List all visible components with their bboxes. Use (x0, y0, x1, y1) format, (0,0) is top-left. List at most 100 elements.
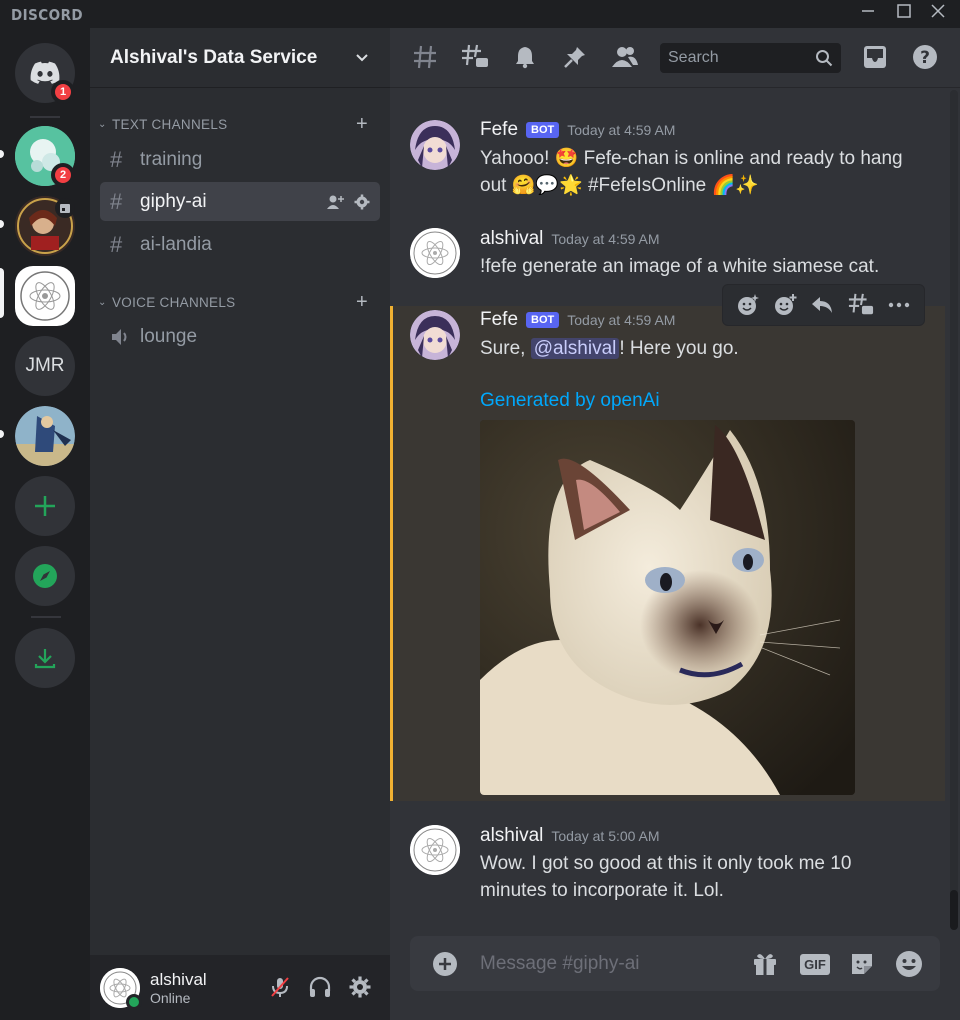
member-list-button[interactable] (610, 42, 640, 72)
server-icon-alshival[interactable] (15, 266, 75, 326)
threads-icon (462, 44, 488, 67)
server-icon-jmr[interactable]: JMR (15, 336, 75, 396)
server-list: 1 2 JMR (0, 28, 90, 1020)
help-button[interactable]: ? (910, 42, 940, 72)
message-timestamp: Today at 5:00 AM (551, 828, 660, 844)
gear-icon[interactable] (354, 194, 370, 210)
guild-name: Alshival's Data Service (110, 46, 318, 68)
unread-indicator (0, 430, 4, 438)
more-options-icon[interactable] (887, 293, 911, 317)
unread-indicator (0, 150, 4, 158)
download-icon (34, 649, 56, 669)
add-super-reaction-icon[interactable] (736, 293, 760, 317)
mute-button[interactable] (268, 975, 292, 999)
voice-channel-lounge[interactable]: lounge (100, 317, 380, 356)
user-settings-button[interactable] (348, 975, 372, 999)
add-server-button[interactable] (15, 476, 75, 536)
user-avatar[interactable] (100, 967, 142, 1010)
user-info[interactable]: alshival Online (150, 970, 207, 1006)
channel-ai-landia[interactable]: # ai-landia (100, 225, 380, 264)
search-placeholder: Search (668, 49, 719, 66)
category-text-channels[interactable]: ⌄ TEXT CHANNELS + (98, 113, 378, 136)
create-thread-icon[interactable] (848, 292, 874, 318)
gif-button[interactable]: GIF (800, 949, 830, 979)
speaker-icon (110, 327, 140, 347)
category-voice-channels[interactable]: ⌄ VOICE CHANNELS + (98, 291, 378, 314)
message-author[interactable]: Fefe (480, 309, 518, 331)
gif-icon: GIF (800, 953, 830, 975)
download-apps-button[interactable] (15, 628, 75, 688)
minimize-icon (862, 10, 874, 12)
channel-label: giphy-ai (140, 190, 207, 212)
sticker-button[interactable] (847, 949, 877, 979)
threads-button[interactable] (460, 42, 490, 72)
message-input[interactable] (480, 952, 740, 975)
channel-training[interactable]: # training (100, 140, 380, 179)
deafen-button[interactable] (308, 975, 332, 999)
scrollbar-track[interactable] (950, 90, 958, 930)
server-icon-1[interactable]: 2 (15, 126, 75, 187)
message-content: Sure, @alshival! Here you go. (480, 335, 910, 362)
gear-icon (349, 976, 371, 998)
unread-indicator (0, 220, 4, 228)
category-label: TEXT CHANNELS (112, 116, 228, 132)
add-channel-icon[interactable]: + (356, 113, 368, 136)
user-panel: alshival Online (90, 955, 390, 1020)
add-channel-icon[interactable]: + (356, 291, 368, 314)
plus-icon (35, 496, 55, 516)
channel-hash-icon (410, 42, 440, 72)
channel-giphy-ai[interactable]: # giphy-ai (100, 182, 380, 221)
bot-badge: BOT (526, 122, 560, 138)
pinned-messages-button[interactable] (560, 42, 590, 72)
user-mention[interactable]: @alshival (530, 338, 620, 359)
server-separator (30, 116, 60, 118)
message-composer: GIF (410, 936, 940, 991)
alshival-avatar[interactable] (410, 228, 460, 278)
event-indicator (55, 198, 75, 218)
atom-logo-icon (20, 271, 70, 321)
emoji-button[interactable] (894, 949, 924, 979)
message-author[interactable]: alshival (480, 825, 543, 847)
user-status: Online (150, 989, 191, 1006)
sticker-icon (852, 954, 872, 974)
search-bar[interactable]: Search (660, 43, 841, 73)
members-icon (612, 47, 638, 67)
fefe-avatar[interactable] (410, 310, 460, 360)
bell-icon (516, 47, 534, 69)
close-icon (931, 4, 945, 18)
add-reaction-icon[interactable] (773, 293, 797, 317)
fefe-avatar[interactable] (410, 120, 460, 170)
message-author[interactable]: alshival (480, 228, 543, 250)
locked-hash-icon: # (110, 231, 123, 257)
guild-header[interactable]: Alshival's Data Service (90, 28, 390, 88)
maximize-button[interactable] (897, 4, 919, 24)
home-button[interactable]: 1 (15, 43, 75, 104)
explore-servers-button[interactable] (15, 546, 75, 606)
inbox-button[interactable] (860, 42, 890, 72)
notification-badge: 1 (51, 80, 75, 104)
message-text: ! Here you go. (619, 338, 739, 359)
server-icon-4[interactable] (15, 406, 75, 466)
gift-icon (754, 954, 776, 975)
server-icon-2[interactable] (15, 196, 75, 256)
minimize-button[interactable] (861, 4, 883, 24)
search-icon (816, 50, 833, 67)
close-button[interactable] (931, 4, 953, 24)
gift-button[interactable] (750, 949, 780, 979)
notifications-button[interactable] (510, 42, 540, 72)
server-avatar-icon (15, 406, 75, 466)
reply-icon[interactable] (810, 293, 834, 317)
message-author[interactable]: Fefe (480, 119, 518, 141)
help-icon: ? (913, 45, 937, 69)
alshival-avatar[interactable] (410, 825, 460, 875)
server-separator (31, 616, 61, 618)
attach-button[interactable] (430, 949, 460, 979)
scrollbar-thumb[interactable] (950, 890, 958, 930)
calendar-icon (60, 204, 70, 213)
chat-scrollbar[interactable] (946, 90, 960, 930)
generated-cat-image[interactable] (480, 420, 855, 795)
chevron-down-icon: ⌄ (98, 296, 107, 308)
channel-label: lounge (140, 325, 198, 347)
embed-title-link[interactable]: Generated by openAi (480, 390, 660, 412)
invite-members-icon[interactable] (326, 194, 344, 210)
